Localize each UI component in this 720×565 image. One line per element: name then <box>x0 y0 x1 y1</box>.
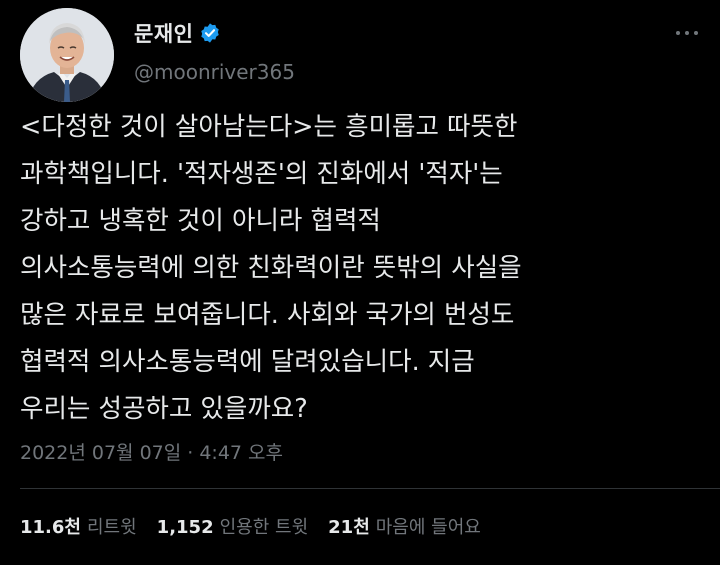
quote-stat[interactable]: 1,152 인용한 트윗 <box>157 513 308 539</box>
quote-count: 1,152 <box>156 517 214 538</box>
author-name[interactable]: 문재인 <box>134 18 193 48</box>
author-name-row[interactable]: 문재인 <box>134 18 221 48</box>
tweet-stats: 11.6천 리트윗 1,152 인용한 트윗 21천 마음에 들어요 <box>20 513 501 539</box>
tweet-timestamp[interactable]: 2022년 07월 07일 · 4:47 오후 <box>20 438 283 465</box>
avatar[interactable] <box>20 8 114 102</box>
retweet-stat[interactable]: 11.6천 리트윗 <box>20 513 137 539</box>
tweet-text-line: 우리는 성공하고 있을까요? <box>20 394 308 424</box>
like-label: 마음에 들어요 <box>375 517 481 538</box>
like-stat[interactable]: 21천 마음에 들어요 <box>328 513 481 539</box>
verified-badge-icon <box>201 23 220 43</box>
tweet-text-line: 강하고 냉혹한 것이 아니라 협력적 <box>20 206 381 236</box>
tweet-text-line: 협력적 의사소통능력에 달려있습니다. 지금 <box>20 347 475 377</box>
tweet-text-line: 과학책입니다. '적자생존'의 진화에서 '적자'는 <box>20 159 503 189</box>
tweet[interactable]: 문재인 @moonriver365 <다정한 것이 살아남는다>는 흥미롭고 따… <box>0 0 720 565</box>
quote-label: 인용한 트윗 <box>219 517 309 538</box>
tweet-text: <다정한 것이 살아남는다>는 흥미롭고 따뜻한 과학책입니다. '적자생존'의… <box>20 104 710 433</box>
more-dot <box>685 31 689 35</box>
avatar-image <box>20 8 114 102</box>
divider <box>20 488 720 489</box>
tweet-text-line: 의사소통능력에 의한 친화력이란 뜻밖의 사실을 <box>20 253 522 283</box>
retweet-count: 11.6천 <box>20 517 81 538</box>
tweet-text-line: <다정한 것이 살아남는다>는 흥미롭고 따뜻한 <box>20 112 518 142</box>
tweet-text-line: 많은 자료로 보여줍니다. 사회와 국가의 번성도 <box>20 300 515 330</box>
more-dot <box>694 31 698 35</box>
more-options-icon[interactable] <box>676 22 698 44</box>
author-handle[interactable]: @moonriver365 <box>134 60 295 84</box>
retweet-label: 리트윗 <box>86 517 137 538</box>
more-dot <box>676 31 680 35</box>
like-count: 21천 <box>328 517 370 538</box>
